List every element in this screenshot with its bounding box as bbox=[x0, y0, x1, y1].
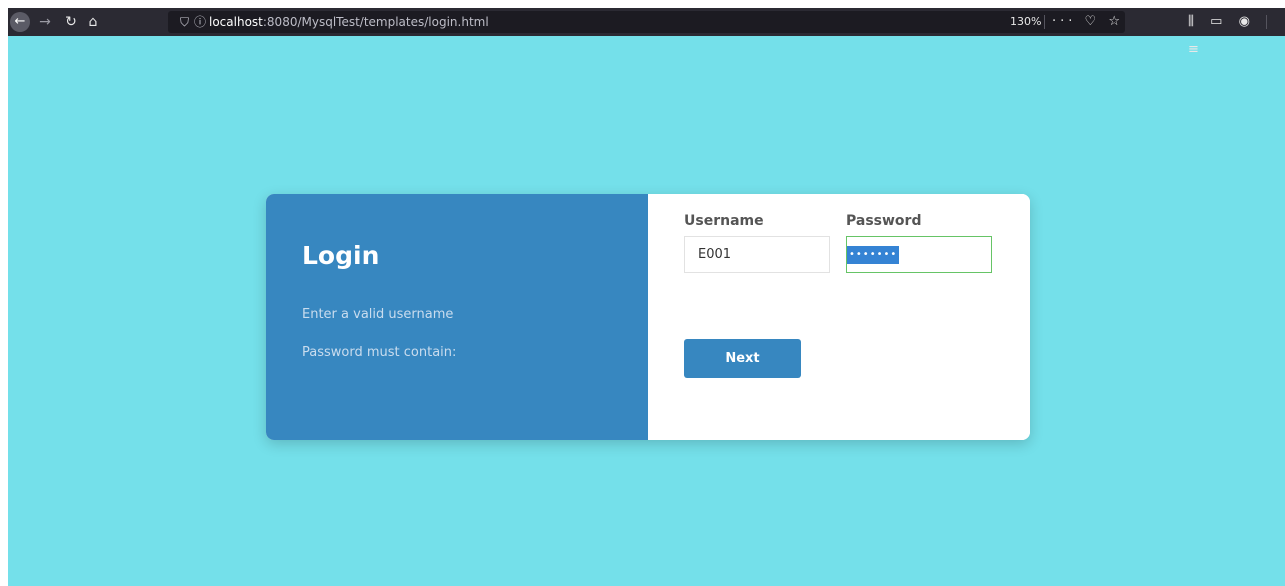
page-actions-icons[interactable]: ··· ♡ ☆ bbox=[1052, 11, 1124, 33]
username-input[interactable]: E001 bbox=[684, 236, 830, 273]
browser-window: ← → ↻ ⌂ ⛉ ⓘ localhost:8080/MysqlTest/tem… bbox=[8, 8, 1285, 586]
login-form-panel: Username Password E001 ••••••• Next bbox=[648, 194, 1030, 440]
url-separator bbox=[1044, 15, 1045, 29]
password-label: Password bbox=[846, 213, 922, 229]
tracking-shield-icon[interactable]: ⛉ bbox=[180, 11, 189, 33]
sidebar-icon[interactable]: ▭ bbox=[1210, 14, 1222, 29]
login-info-panel: Login Enter a valid username Password mu… bbox=[266, 194, 648, 440]
password-input[interactable]: ••••••• bbox=[846, 236, 992, 273]
home-icon[interactable]: ⌂ bbox=[84, 8, 102, 36]
login-title: Login bbox=[302, 241, 380, 270]
password-hint: Password must contain: bbox=[302, 345, 457, 360]
zoom-level[interactable]: 130% bbox=[1004, 14, 1047, 30]
toolbar-separator bbox=[1266, 14, 1268, 29]
menu-icon[interactable]: ≡ bbox=[1188, 42, 1199, 57]
browser-toolbar: ← → ↻ ⌂ ⛉ ⓘ localhost:8080/MysqlTest/tem… bbox=[8, 8, 1285, 57]
library-icon[interactable]: ⫼ bbox=[1188, 14, 1194, 29]
url-host: localhost bbox=[209, 15, 263, 29]
forward-icon[interactable]: → bbox=[36, 8, 54, 36]
account-icon[interactable]: ◉ bbox=[1239, 14, 1250, 29]
username-label: Username bbox=[684, 213, 764, 229]
url-path: :8080/MysqlTest/templates/login.html bbox=[262, 15, 489, 29]
reload-icon[interactable]: ↻ bbox=[62, 8, 80, 36]
toolbar-right-icons: ⫼ ▭ ◉ ≡ bbox=[1188, 8, 1285, 57]
url-bar[interactable]: ⛉ ⓘ localhost:8080/MysqlTest/templates/l… bbox=[168, 11, 1125, 33]
username-hint: Enter a valid username bbox=[302, 307, 454, 322]
site-info-icon[interactable]: ⓘ bbox=[194, 11, 206, 33]
login-card: Login Enter a valid username Password mu… bbox=[266, 194, 1030, 440]
password-mask: ••••••• bbox=[847, 246, 900, 264]
back-icon[interactable]: ← bbox=[10, 12, 30, 32]
next-button[interactable]: Next bbox=[684, 339, 801, 378]
url-text[interactable]: localhost:8080/MysqlTest/templates/login… bbox=[209, 11, 489, 33]
